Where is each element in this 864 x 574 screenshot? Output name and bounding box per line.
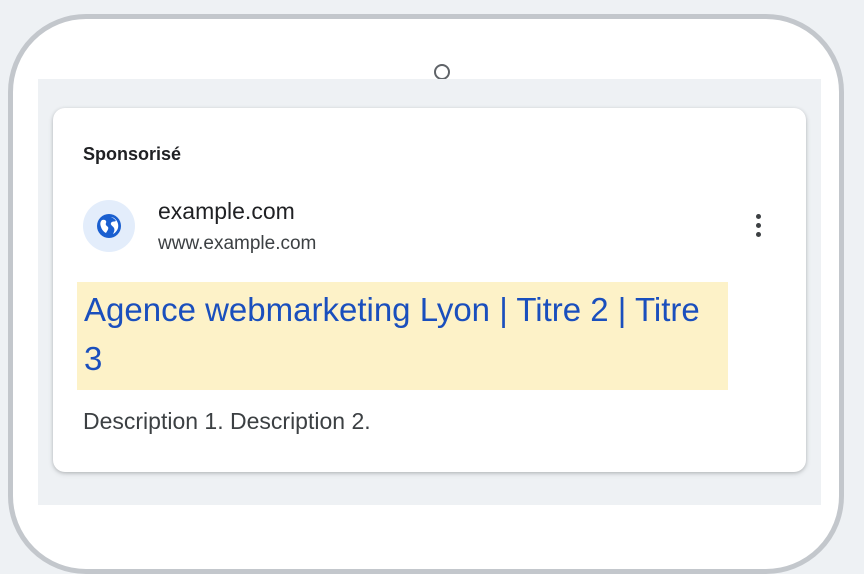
camera-icon bbox=[434, 64, 450, 80]
ad-description: Description 1. Description 2. bbox=[83, 408, 371, 434]
ad-headline-link[interactable]: Agence webmarketing Lyon | Titre 2 | Tit… bbox=[84, 285, 724, 383]
sponsored-ad-card: Sponsorisé example.com www.example.com A… bbox=[53, 108, 806, 472]
sponsored-label: Sponsorisé bbox=[83, 144, 182, 164]
headline-highlight: Agence webmarketing Lyon | Titre 2 | Tit… bbox=[77, 282, 728, 390]
display-url: www.example.com bbox=[158, 233, 317, 254]
more-vert-icon[interactable] bbox=[749, 210, 769, 242]
site-favicon bbox=[83, 200, 135, 252]
globe-icon bbox=[97, 214, 121, 238]
advertiser-name[interactable]: example.com bbox=[158, 198, 295, 225]
phone-screen: Sponsorisé example.com www.example.com A… bbox=[38, 79, 821, 505]
